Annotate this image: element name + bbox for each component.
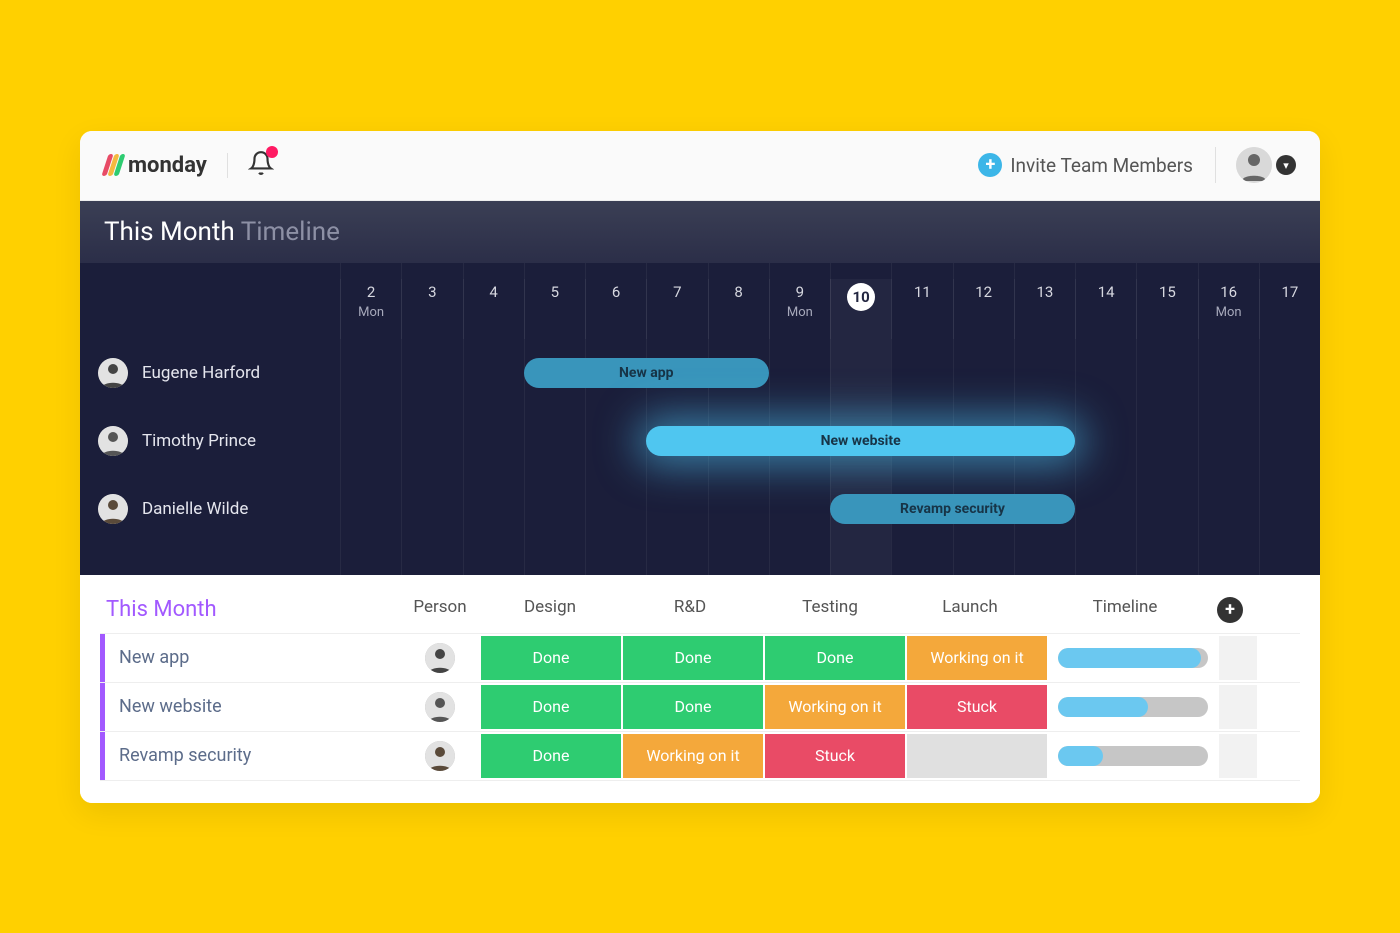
invite-label: Invite Team Members (1010, 154, 1193, 177)
group-title[interactable]: This Month (100, 597, 400, 623)
timeline-cell[interactable] (1048, 732, 1218, 780)
timeline-title-strong: This Month (104, 217, 235, 247)
timeline-bar[interactable]: Revamp security (830, 494, 1075, 524)
item-name-cell[interactable]: Revamp security (100, 732, 400, 780)
timeline-day-column: 9Mon (769, 279, 830, 339)
col-header-person: Person (400, 597, 480, 623)
timeline-day-column: 15 (1136, 279, 1197, 339)
avatar (425, 643, 455, 673)
avatar (98, 494, 128, 524)
status-cell[interactable] (907, 734, 1047, 778)
timeline-day-column: 7 (646, 279, 707, 339)
timeline-day-column: 8 (708, 279, 769, 339)
board-table: This Month Person Design R&D Testing Lau… (80, 575, 1320, 803)
col-header-timeline: Timeline (1040, 597, 1210, 623)
status-cell[interactable]: Working on it (623, 734, 763, 778)
timeline-bar[interactable]: New website (646, 426, 1075, 456)
person-cell[interactable] (400, 634, 480, 682)
status-cell[interactable]: Done (481, 734, 621, 778)
table-row: New appDoneDoneDoneWorking on it (100, 633, 1300, 682)
table-header: This Month Person Design R&D Testing Lau… (100, 597, 1300, 623)
timeline-day-column: 16Mon (1198, 279, 1259, 339)
timeline-day-column: 12 (953, 279, 1014, 339)
invite-team-button[interactable]: + Invite Team Members (978, 153, 1193, 177)
user-menu[interactable]: ▾ (1215, 147, 1296, 183)
person-name: Eugene Harford (142, 363, 260, 383)
timeline-day-column: 11 (891, 279, 952, 339)
avatar (425, 692, 455, 722)
timeline-row: Eugene Harford New app (80, 339, 1320, 407)
person-cell[interactable] (400, 683, 480, 731)
person-cell[interactable] (400, 732, 480, 780)
timeline-grid: 2Mon3456789Mon10111213141516Mon17 Eugene… (80, 263, 1320, 575)
row-extra-cell (1219, 685, 1257, 729)
col-header-launch: Launch (900, 597, 1040, 623)
col-header-design: Design (480, 597, 620, 623)
notification-dot-icon (266, 146, 278, 158)
avatar (425, 741, 455, 771)
timeline-day-column: 13 (1014, 279, 1075, 339)
col-header-testing: Testing (760, 597, 900, 623)
timeline-day-column: 2Mon (340, 279, 401, 339)
timeline-cell[interactable] (1048, 683, 1218, 731)
timeline-section: This Month Timeline 2Mon3456789Mon101112… (80, 201, 1320, 575)
add-column-button[interactable]: + (1217, 597, 1243, 623)
timeline-day-column: 14 (1075, 279, 1136, 339)
topbar: monday + Invite Team Members ▾ (80, 131, 1320, 201)
app-window: monday + Invite Team Members ▾ This Mont… (80, 131, 1320, 803)
timeline-day-column: 17 (1259, 279, 1320, 339)
row-extra-cell (1219, 734, 1257, 778)
row-extra-cell (1219, 636, 1257, 680)
timeline-day-column: 3 (401, 279, 462, 339)
timeline-person[interactable]: Danielle Wilde (80, 494, 340, 524)
status-cell[interactable]: Done (623, 685, 763, 729)
timeline-cell[interactable] (1048, 634, 1218, 682)
timeline-title-muted: Timeline (241, 217, 340, 247)
table-row: New websiteDoneDoneWorking on itStuck (100, 682, 1300, 731)
timeline-row: Danielle Wilde Revamp security (80, 475, 1320, 543)
timeline-title: This Month Timeline (80, 201, 1320, 263)
chevron-down-icon: ▾ (1276, 155, 1296, 175)
timeline-bar[interactable]: New app (524, 358, 769, 388)
status-cell[interactable]: Stuck (765, 734, 905, 778)
notifications-button[interactable] (248, 150, 274, 180)
status-cell[interactable]: Stuck (907, 685, 1047, 729)
timeline-day-column: 4 (463, 279, 524, 339)
status-cell[interactable]: Done (623, 636, 763, 680)
col-header-rnd: R&D (620, 597, 760, 623)
timeline-person[interactable]: Timothy Prince (80, 426, 340, 456)
avatar (1236, 147, 1272, 183)
timeline-day-column: 6 (585, 279, 646, 339)
timeline-day-column: 5 (524, 279, 585, 339)
progress-bar (1058, 648, 1208, 668)
item-name-cell[interactable]: New website (100, 683, 400, 731)
status-cell[interactable]: Working on it (765, 685, 905, 729)
logo-icon (104, 154, 122, 176)
person-name: Danielle Wilde (142, 499, 248, 519)
timeline-person[interactable]: Eugene Harford (80, 358, 340, 388)
logo-text: monday (128, 153, 207, 178)
person-name: Timothy Prince (142, 431, 256, 451)
timeline-row: Timothy Prince New website (80, 407, 1320, 475)
status-cell[interactable]: Done (481, 685, 621, 729)
logo[interactable]: monday (104, 153, 228, 178)
status-cell[interactable]: Done (481, 636, 621, 680)
avatar (98, 426, 128, 456)
progress-bar (1058, 697, 1208, 717)
plus-circle-icon: + (978, 153, 1002, 177)
status-cell[interactable]: Done (765, 636, 905, 680)
progress-bar (1058, 746, 1208, 766)
avatar (98, 358, 128, 388)
timeline-day-header: 2Mon3456789Mon10111213141516Mon17 (80, 279, 1320, 339)
item-name-cell[interactable]: New app (100, 634, 400, 682)
table-row: Revamp security DoneWorking on itStuck (100, 731, 1300, 781)
status-cell[interactable]: Working on it (907, 636, 1047, 680)
